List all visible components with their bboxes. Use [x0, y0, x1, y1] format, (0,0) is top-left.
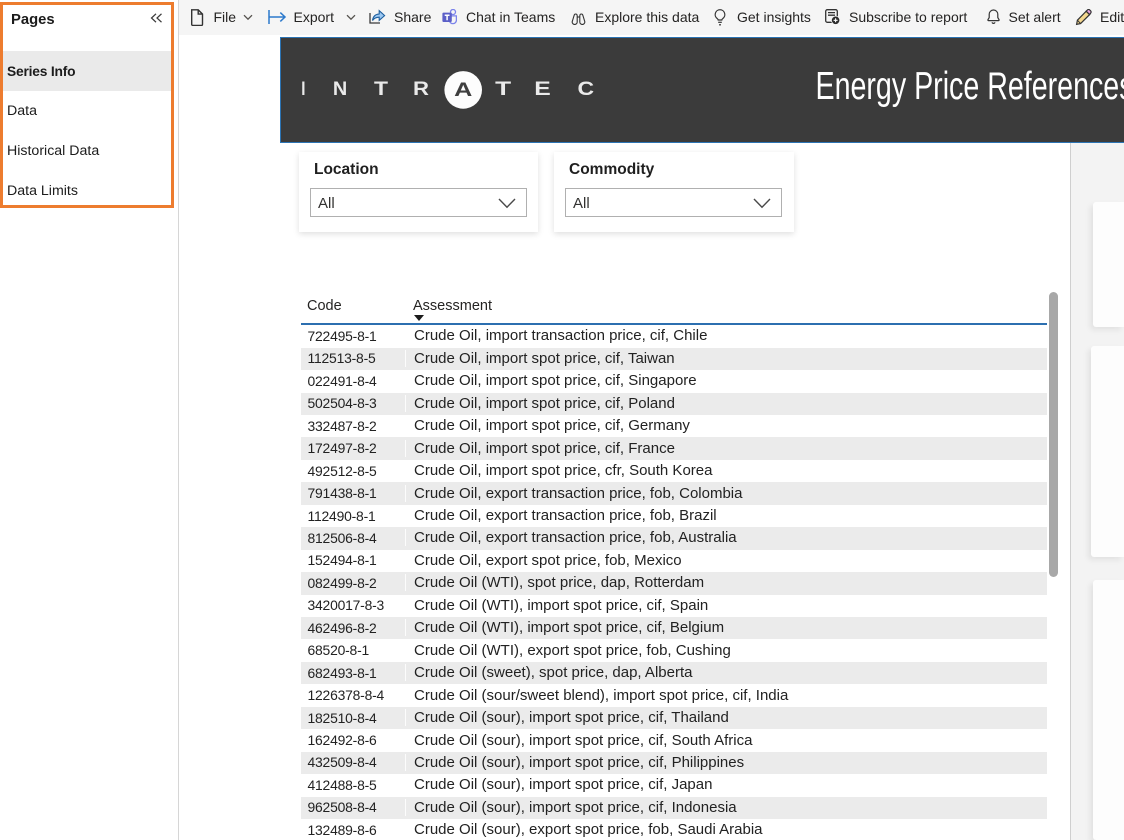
svg-text:T: T: [495, 79, 512, 100]
svg-text:T: T: [374, 79, 388, 100]
svg-text:N: N: [332, 79, 346, 100]
svg-text:E: E: [534, 79, 551, 100]
svg-text:I: I: [301, 79, 305, 100]
svg-text:R: R: [413, 79, 429, 100]
svg-text:A: A: [454, 80, 473, 101]
svg-text:C: C: [577, 79, 594, 100]
svg-text:Energy Price References: Energy Price References: [815, 65, 1124, 108]
